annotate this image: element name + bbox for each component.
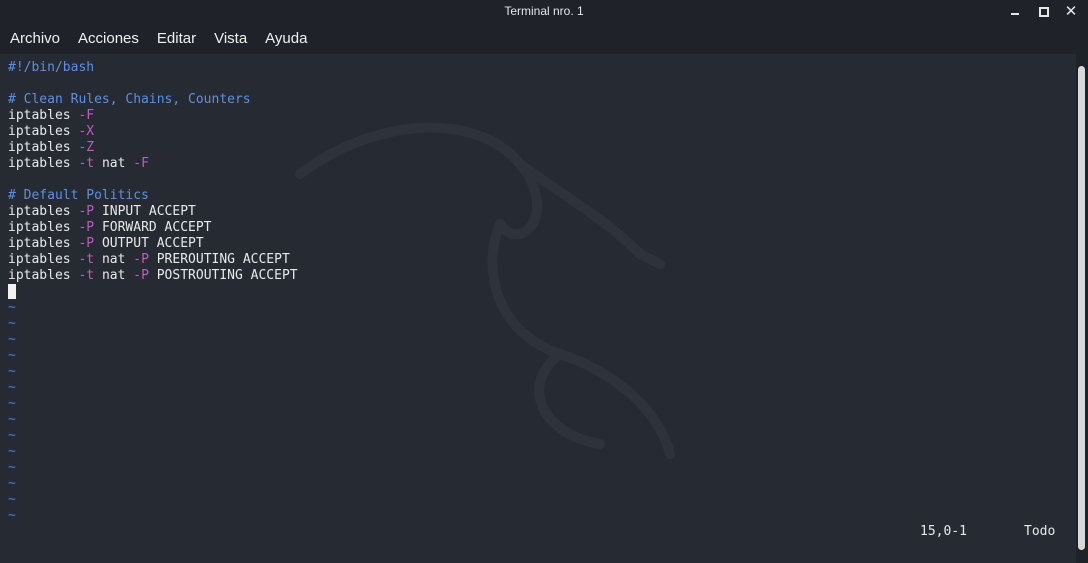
code-line: iptables -X xyxy=(8,124,298,140)
flag-text: -X xyxy=(78,124,95,139)
empty-line-marker: ~ xyxy=(8,396,16,411)
flag-text: -P xyxy=(78,204,95,219)
code-line: iptables -t nat -P PREROUTING ACCEPT xyxy=(8,252,298,268)
cursor-line xyxy=(8,284,298,300)
scroll-indicator: Todo xyxy=(1024,524,1056,539)
table-text: nat xyxy=(101,268,126,283)
menu-editar[interactable]: Editar xyxy=(148,24,205,54)
command-text: iptables xyxy=(8,140,71,155)
cursor-position: 15,0-1 xyxy=(920,524,967,539)
menu-ayuda[interactable]: Ayuda xyxy=(256,24,316,54)
empty-line-marker: ~ xyxy=(8,508,16,523)
empty-line-marker: ~ xyxy=(8,300,16,315)
empty-line-marker: ~ xyxy=(8,332,16,347)
scrollbar[interactable] xyxy=(1076,54,1088,563)
empty-line-marker: ~ xyxy=(8,412,16,427)
empty-line-marker: ~ xyxy=(8,364,16,379)
menu-acciones[interactable]: Acciones xyxy=(69,24,148,54)
empty-line-marker: ~ xyxy=(8,380,16,395)
table-text: nat xyxy=(101,252,126,267)
close-icon[interactable]: ✕ xyxy=(1064,3,1078,19)
flag-text: -P xyxy=(133,268,149,283)
code-line: iptables -t nat -F xyxy=(8,156,298,172)
empty-line-marker: ~ xyxy=(8,476,16,491)
menu-bar: Archivo Acciones Editar Vista Ayuda xyxy=(0,24,1088,54)
code-line: iptables -P INPUT ACCEPT xyxy=(8,204,298,220)
flag-text: -P xyxy=(78,220,95,235)
flag-text: -t xyxy=(78,252,95,267)
comment-line: # Clean Rules, Chains, Counters xyxy=(8,92,251,107)
command-text: iptables xyxy=(8,268,71,283)
flag-text: -Z xyxy=(78,140,95,155)
command-text: iptables xyxy=(8,252,71,267)
command-text: iptables xyxy=(8,236,71,251)
arg-text: INPUT ACCEPT xyxy=(101,204,196,219)
command-text: iptables xyxy=(8,204,71,219)
code-line: iptables -P FORWARD ACCEPT xyxy=(8,220,298,236)
terminal-view[interactable]: #!/bin/bash # Clean Rules, Chains, Count… xyxy=(0,54,1076,563)
code-line: iptables -F xyxy=(8,108,298,124)
menu-archivo[interactable]: Archivo xyxy=(0,24,69,54)
empty-line-marker: ~ xyxy=(8,460,16,475)
text-cursor xyxy=(8,284,16,299)
arg-text: POSTROUTING ACCEPT xyxy=(156,268,298,283)
editor-buffer: #!/bin/bash # Clean Rules, Chains, Count… xyxy=(8,60,298,524)
minimize-icon[interactable] xyxy=(1008,3,1022,19)
empty-line-marker: ~ xyxy=(8,316,16,331)
menu-vista[interactable]: Vista xyxy=(205,24,256,54)
empty-line-marker: ~ xyxy=(8,492,16,507)
empty-line-marker: ~ xyxy=(8,428,16,443)
command-text: iptables xyxy=(8,124,71,139)
command-text: iptables xyxy=(8,108,71,123)
arg-text: PREROUTING ACCEPT xyxy=(156,252,290,267)
flag-text: -P xyxy=(78,236,95,251)
flag-text: -t xyxy=(78,156,95,171)
code-line: iptables -Z xyxy=(8,140,298,156)
flag-text: -F xyxy=(78,108,95,123)
window-title: Terminal nro. 1 xyxy=(504,4,584,18)
window-controls: ✕ xyxy=(1008,3,1078,19)
code-line: iptables -P OUTPUT ACCEPT xyxy=(8,236,298,252)
table-text: nat xyxy=(101,156,126,171)
command-text: iptables xyxy=(8,156,71,171)
title-bar: Terminal nro. 1 ✕ xyxy=(0,0,1088,24)
arg-text: OUTPUT ACCEPT xyxy=(101,236,204,251)
scrollbar-thumb[interactable] xyxy=(1078,66,1085,550)
maximize-icon[interactable] xyxy=(1036,3,1050,19)
empty-line-marker: ~ xyxy=(8,444,16,459)
command-text: iptables xyxy=(8,220,71,235)
shebang-line: #!/bin/bash xyxy=(8,60,95,75)
code-line: iptables -t nat -P POSTROUTING ACCEPT xyxy=(8,268,298,284)
flag-text: -F xyxy=(133,156,149,171)
flag-text: -P xyxy=(133,252,149,267)
comment-line: # Default Politics xyxy=(8,188,149,203)
empty-line-marker: ~ xyxy=(8,348,16,363)
flag-text: -t xyxy=(78,268,95,283)
arg-text: FORWARD ACCEPT xyxy=(101,220,212,235)
